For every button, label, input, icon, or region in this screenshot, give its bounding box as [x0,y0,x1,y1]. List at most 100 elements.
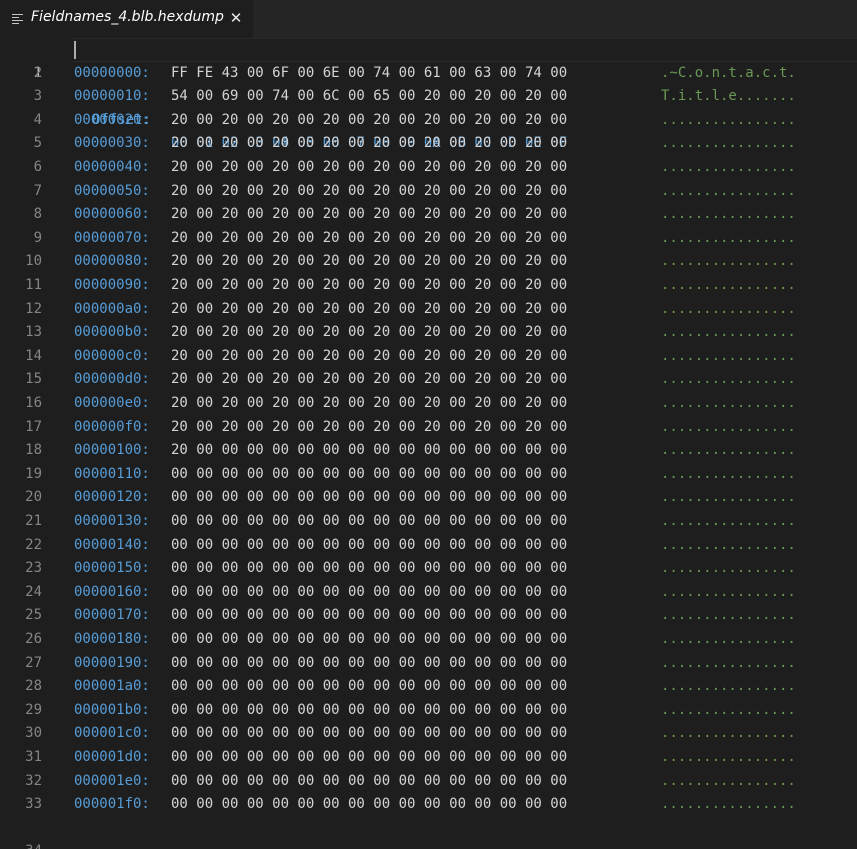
hex-row[interactable]: 2 00000000: FF FE 43 00 6F 00 6E 00 74 00 … [0,62,857,86]
row-ascii: .~C.o.n.t.a.c.t. [661,64,796,81]
hex-row[interactable]: 24 00000160: 00 00 00 00 00 00 00 00 00 00… [0,581,857,605]
row-offset: 00000100: [74,442,150,459]
hex-row[interactable]: 8 00000060: 20 00 20 00 20 00 20 00 20 00 … [0,203,857,227]
editor-line-empty[interactable]: 34 [0,817,857,849]
tab-bar: Fieldnames_4.blb.hexdump ✕ [0,0,857,38]
hex-row[interactable]: 29 000001b0: 00 00 00 00 00 00 00 00 00 00… [0,699,857,723]
line-number: 30 [25,725,42,742]
hex-row[interactable]: 28 000001a0: 00 00 00 00 00 00 00 00 00 00… [0,675,857,699]
hex-row[interactable]: 23 00000150: 00 00 00 00 00 00 00 00 00 00… [0,557,857,581]
row-ascii: ................ [661,772,796,789]
row-offset: 000000d0: [74,371,150,388]
row-bytes: 00 00 00 00 00 00 00 00 00 00 00 00 00 0… [171,631,568,647]
hex-row[interactable]: 3 00000010: 54 00 69 00 74 00 6C 00 65 00 … [0,85,857,109]
hex-row[interactable]: 13 000000b0: 20 00 20 00 20 00 20 00 20 00… [0,321,857,345]
row-bytes: 20 00 20 00 20 00 20 00 20 00 20 00 20 0… [171,277,568,293]
row-offset: 00000040: [74,159,150,175]
row-bytes: 00 00 00 00 00 00 00 00 00 00 00 00 00 0… [171,489,568,506]
row-bytes: 00 00 00 00 00 00 00 00 00 00 00 00 00 0… [171,796,568,813]
row-offset: 000000f0: [74,418,150,435]
row-bytes: 20 00 20 00 20 00 20 00 20 00 20 00 20 0… [171,135,568,152]
row-bytes: 00 00 00 00 00 00 00 00 00 00 00 00 00 0… [171,654,568,671]
row-offset: 00000070: [74,229,150,246]
hex-row[interactable]: 12 000000a0: 20 00 20 00 20 00 20 00 20 00… [0,298,857,322]
line-number: 20 [25,489,42,506]
line-number: 33 [25,796,42,813]
file-lines-icon [12,13,23,25]
row-ascii: ................ [661,111,796,128]
row-ascii: ................ [661,536,796,553]
row-ascii: ................ [661,418,796,435]
line-number: 2 [33,64,42,81]
row-bytes: 20 00 20 00 20 00 20 00 20 00 20 00 20 0… [171,347,568,364]
row-bytes: 00 00 00 00 00 00 00 00 00 00 00 00 00 0… [171,583,568,600]
row-offset: 00000130: [74,513,150,529]
row-bytes: 00 00 00 00 00 00 00 00 00 00 00 00 00 0… [171,560,568,577]
row-bytes: 00 00 00 00 00 00 00 00 00 00 00 00 00 0… [171,701,568,718]
row-ascii: ................ [661,465,796,482]
hex-row[interactable]: 6 00000040: 20 00 20 00 20 00 20 00 20 00 … [0,156,857,180]
row-bytes: 00 00 00 00 00 00 00 00 00 00 00 00 00 0… [171,772,568,789]
hex-row[interactable]: 31 000001d0: 00 00 00 00 00 00 00 00 00 00… [0,746,857,770]
hex-row[interactable]: 10 00000080: 20 00 20 00 20 00 20 00 20 00… [0,250,857,274]
line-number: 21 [25,513,42,529]
row-bytes: 20 00 20 00 20 00 20 00 20 00 20 00 20 0… [171,159,568,175]
close-icon[interactable]: ✕ [226,8,246,28]
row-ascii: ................ [661,300,796,317]
hex-row[interactable]: 30 000001c0: 00 00 00 00 00 00 00 00 00 00… [0,722,857,746]
line-number: 24 [25,583,42,600]
row-bytes: 00 00 00 00 00 00 00 00 00 00 00 00 00 0… [171,513,568,529]
hex-row[interactable]: 9 00000070: 20 00 20 00 20 00 20 00 20 00 … [0,227,857,251]
row-ascii: ................ [661,796,796,813]
row-offset: 00000050: [74,182,150,199]
row-ascii: ................ [661,442,796,459]
row-offset: 00000010: [74,88,150,105]
row-bytes: 20 00 20 00 20 00 20 00 20 00 20 00 20 0… [171,418,568,435]
line-number: 29 [25,701,42,718]
row-ascii: ................ [661,701,796,718]
row-ascii: ................ [661,749,796,765]
hex-row[interactable]: 14 000000c0: 20 00 20 00 20 00 20 00 20 00… [0,345,857,369]
hex-row[interactable]: 4 00000020: 20 00 20 00 20 00 20 00 20 00 … [0,109,857,133]
line-number: 16 [25,395,42,411]
row-bytes: 20 00 20 00 20 00 20 00 20 00 20 00 20 0… [171,395,568,411]
row-offset: 00000090: [74,277,150,293]
row-ascii: ................ [661,253,796,270]
row-bytes: 00 00 00 00 00 00 00 00 00 00 00 00 00 0… [171,725,568,742]
row-offset: 00000180: [74,631,150,647]
line-number: 31 [25,749,42,765]
hex-row[interactable]: 20 00000120: 00 00 00 00 00 00 00 00 00 00… [0,486,857,510]
line-number: 7 [33,182,42,199]
hex-row[interactable]: 32 000001e0: 00 00 00 00 00 00 00 00 00 00… [0,770,857,794]
hex-row[interactable]: 15 000000d0: 20 00 20 00 20 00 20 00 20 00… [0,368,857,392]
hex-row[interactable]: 11 00000090: 20 00 20 00 20 00 20 00 20 00… [0,274,857,298]
row-bytes: 00 00 00 00 00 00 00 00 00 00 00 00 00 0… [171,536,568,553]
hex-row[interactable]: 26 00000180: 00 00 00 00 00 00 00 00 00 00… [0,628,857,652]
hexdump-editor[interactable]: 1 Offset: 00 01 02 03 04 05 06 07 08 09 … [0,38,857,849]
row-bytes: 54 00 69 00 74 00 6C 00 65 00 20 00 20 0… [171,88,568,105]
hex-row[interactable]: 21 00000130: 00 00 00 00 00 00 00 00 00 00… [0,510,857,534]
editor-window: Fieldnames_4.blb.hexdump ✕ 1 Offset: 00 … [0,0,857,849]
hex-row[interactable]: 19 00000110: 00 00 00 00 00 00 00 00 00 00… [0,463,857,487]
hex-row[interactable]: 22 00000140: 00 00 00 00 00 00 00 00 00 00… [0,534,857,558]
hex-row[interactable]: 17 000000f0: 20 00 20 00 20 00 20 00 20 00… [0,416,857,440]
hex-row[interactable]: 25 00000170: 00 00 00 00 00 00 00 00 00 00… [0,604,857,628]
row-offset: 00000060: [74,206,150,223]
tab-hexdump-file[interactable]: Fieldnames_4.blb.hexdump ✕ [0,0,253,38]
hex-row[interactable]: 33 000001f0: 00 00 00 00 00 00 00 00 00 00… [0,793,857,817]
hex-row[interactable]: 7 00000050: 20 00 20 00 20 00 20 00 20 00 … [0,180,857,204]
row-bytes: 20 00 20 00 20 00 20 00 20 00 20 00 20 0… [171,300,568,317]
line-number: 5 [33,135,42,152]
hex-row[interactable]: 16 000000e0: 20 00 20 00 20 00 20 00 20 00… [0,392,857,416]
line-number: 10 [25,253,42,270]
row-offset: 000001f0: [74,796,150,813]
row-offset: 00000030: [74,135,150,152]
row-ascii: ................ [661,182,796,199]
text-cursor [74,41,76,59]
row-bytes: 00 00 00 00 00 00 00 00 00 00 00 00 00 0… [171,607,568,624]
hex-row[interactable]: 5 00000030: 20 00 20 00 20 00 20 00 20 00 … [0,132,857,156]
editor-line-header[interactable]: 1 Offset: 00 01 02 03 04 05 06 07 08 09 … [0,38,857,151]
hex-row[interactable]: 18 00000100: 20 00 00 00 00 00 00 00 00 00… [0,439,857,463]
hex-row[interactable]: 27 00000190: 00 00 00 00 00 00 00 00 00 00… [0,652,857,676]
row-offset: 00000000: [74,64,150,81]
